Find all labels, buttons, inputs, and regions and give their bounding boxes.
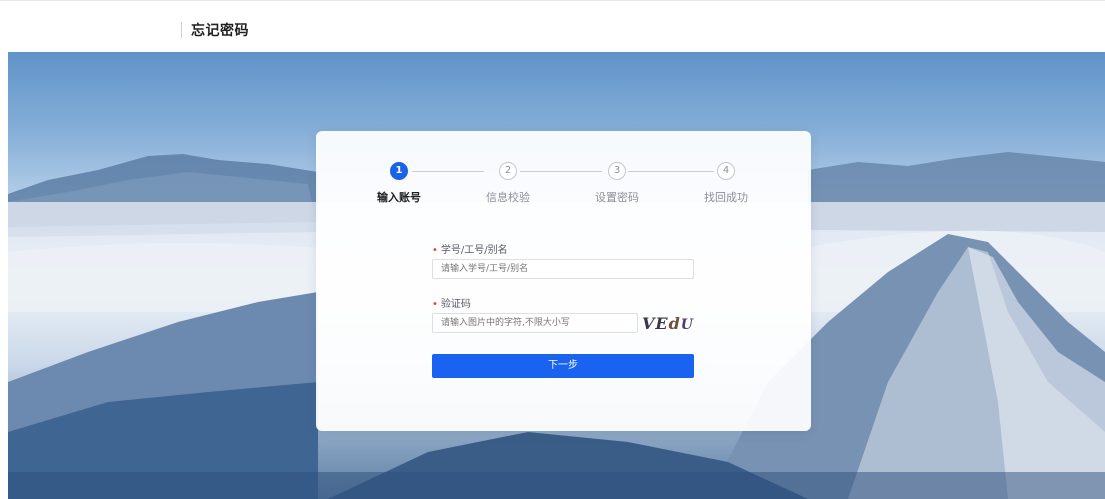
account-field-label: • 学号/工号/别名 [432, 241, 508, 256]
forgot-password-card: 1 2 3 4 输入账号 信息校验 设置密码 找回成功 •学号/工号/别名 •验… [316, 131, 811, 431]
step-indicator: 1 2 3 4 输入账号 信息校验 设置密码 找回成功 [316, 161, 811, 211]
required-mark: • [432, 245, 438, 256]
captcha-label-text: 验证码 [440, 299, 471, 310]
page-title: 忘记密码 [191, 23, 249, 39]
next-step-button[interactable]: 下一步 [432, 354, 694, 378]
captcha-char: U [680, 317, 695, 333]
step-2-label: 信息校验 [486, 191, 530, 204]
captcha-char: VE [642, 314, 669, 333]
step-4-label: 找回成功 [704, 191, 748, 204]
captcha-input[interactable] [432, 313, 638, 333]
step-1-circle: 1 [390, 162, 408, 180]
required-mark: • [432, 299, 438, 310]
captcha-field-label: • 验证码 [432, 295, 471, 310]
account-label-text: 学号/工号/别名 [440, 245, 508, 256]
step-2-circle: 2 [499, 162, 517, 180]
captcha-char: d [668, 314, 681, 333]
step-connector [412, 171, 484, 172]
step-4-circle: 4 [717, 162, 735, 180]
header-divider [181, 22, 182, 38]
step-3-label: 设置密码 [595, 191, 639, 204]
captcha-image[interactable]: VEdU [642, 313, 702, 335]
step-connector [628, 171, 714, 172]
account-input[interactable] [432, 259, 694, 279]
top-header: 忘记密码 [0, 0, 1105, 52]
step-3-circle: 3 [608, 162, 626, 180]
step-1-label: 输入账号 [377, 191, 421, 204]
step-connector [520, 171, 602, 172]
